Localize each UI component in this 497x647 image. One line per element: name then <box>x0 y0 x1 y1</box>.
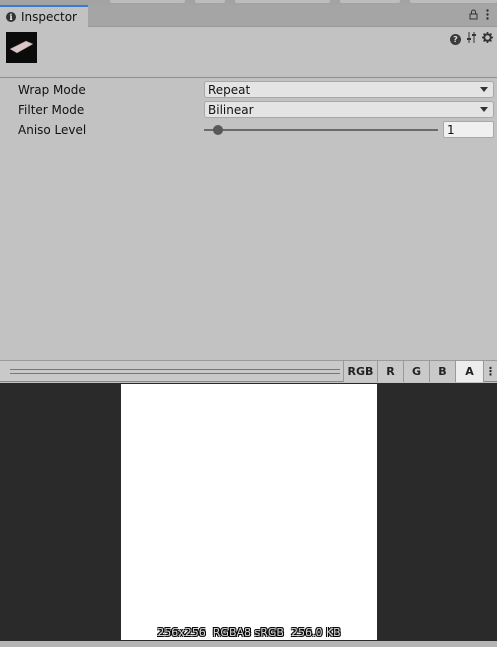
wrap-mode-value: Repeat <box>208 83 251 97</box>
filter-mode-value: Bilinear <box>208 103 254 117</box>
inspector-header: ? <box>0 28 497 78</box>
top-tab-segment <box>340 0 400 3</box>
gear-icon[interactable] <box>482 32 493 46</box>
resize-handle-line[interactable] <box>10 369 340 370</box>
texture-properties: Wrap Mode Repeat Filter Mode Bilinear An… <box>0 79 497 361</box>
wrap-mode-label: Wrap Mode <box>18 83 86 97</box>
aniso-level-label: Aniso Level <box>18 123 87 137</box>
filter-mode-dropdown[interactable]: Bilinear <box>204 101 494 118</box>
channel-g-button[interactable]: G <box>403 361 429 382</box>
channel-b-button[interactable]: B <box>429 361 455 382</box>
resize-handle-line[interactable] <box>10 373 340 374</box>
filter-mode-label: Filter Mode <box>18 103 85 117</box>
aniso-level-slider-track[interactable] <box>204 129 438 131</box>
aniso-level-field[interactable]: 1 <box>443 121 494 138</box>
aniso-level-value: 1 <box>447 123 455 137</box>
channel-rgb-button[interactable]: RGB <box>343 361 377 382</box>
chevron-down-icon <box>480 87 488 92</box>
tab-bar: i Inspector <box>0 5 497 27</box>
texture-preview-image: 256x256 RGBA8 sRGB 256.0 KB <box>121 384 377 640</box>
texture-info-label: 256x256 RGBA8 sRGB 256.0 KB <box>157 626 341 639</box>
bottom-strip <box>0 641 497 647</box>
tab-inspector[interactable]: i Inspector <box>0 5 88 27</box>
top-tab-segment <box>195 0 225 3</box>
chevron-down-icon <box>480 107 488 112</box>
aniso-level-slider-handle[interactable] <box>213 125 224 135</box>
tab-label: Inspector <box>21 10 77 24</box>
top-tab-segment <box>235 0 330 3</box>
texture-preview: 256x256 RGBA8 sRGB 256.0 KB <box>0 383 497 641</box>
top-tab-segment <box>410 0 497 3</box>
sliders-icon[interactable] <box>466 32 477 46</box>
wrap-mode-dropdown[interactable]: Repeat <box>204 81 494 98</box>
channel-a-button[interactable]: A <box>455 361 483 382</box>
aniso-level-row: Aniso Level 1 <box>0 120 497 140</box>
texture-thumbnail <box>6 32 37 63</box>
top-tab-segment <box>110 0 185 3</box>
preview-menu-icon[interactable]: ⋮ <box>483 361 497 382</box>
lock-icon[interactable] <box>469 9 478 23</box>
channel-r-button[interactable]: R <box>377 361 403 382</box>
kebab-icon[interactable] <box>486 9 489 23</box>
wrap-mode-row: Wrap Mode Repeat <box>0 80 497 100</box>
help-icon[interactable]: ? <box>450 33 461 45</box>
filter-mode-row: Filter Mode Bilinear <box>0 100 497 120</box>
preview-toolbar: RGB R G B A ⋮ <box>0 361 497 382</box>
texture-thumbnail-icon <box>9 40 34 54</box>
info-icon: i <box>6 12 16 22</box>
